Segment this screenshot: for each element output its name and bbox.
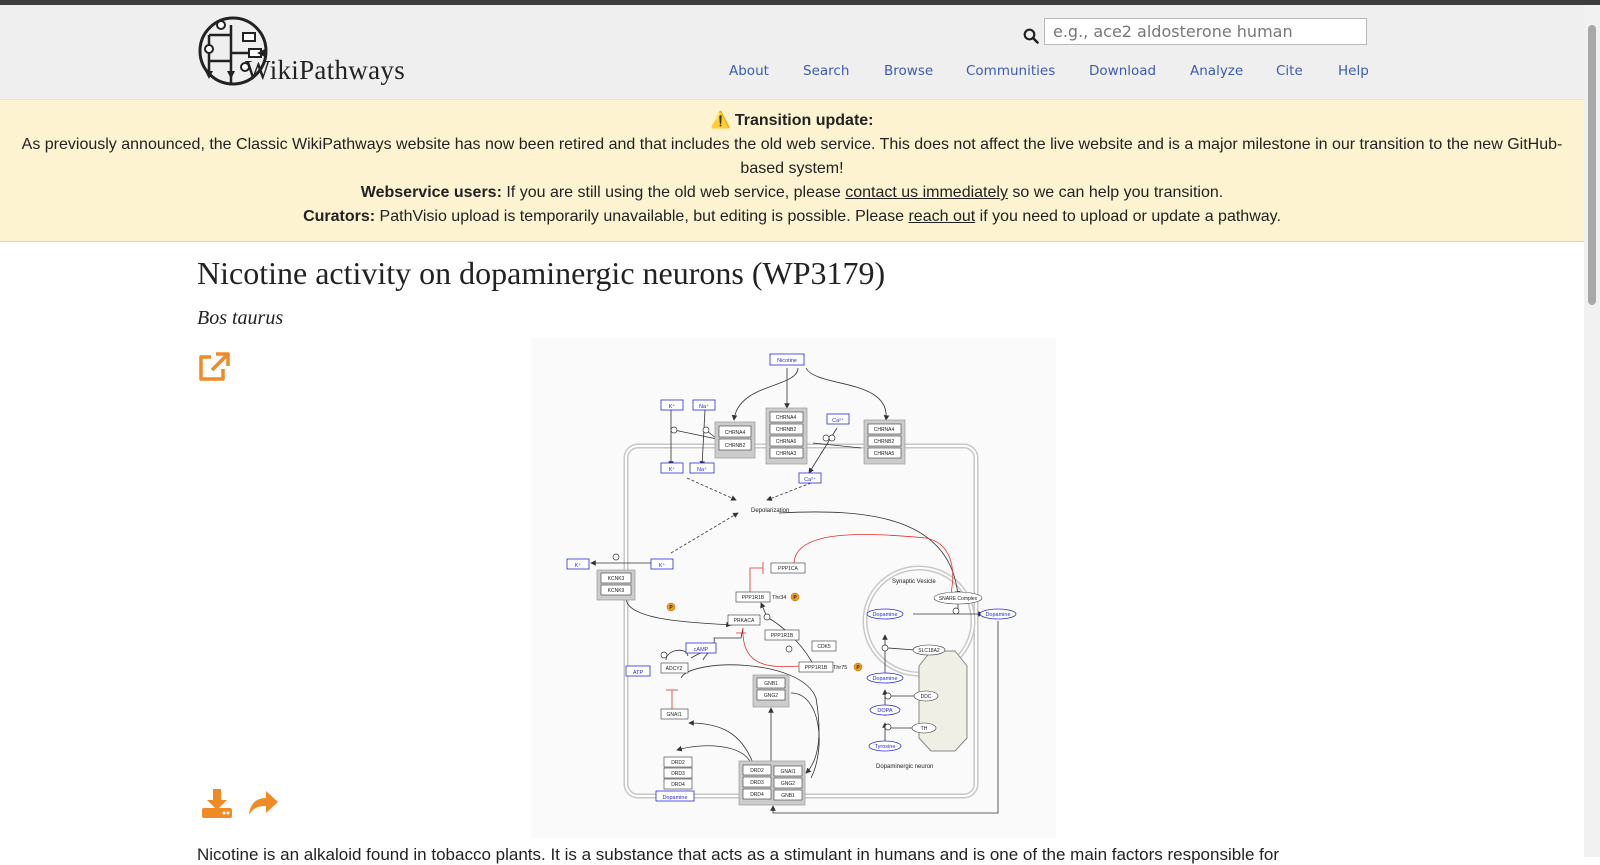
label-thr34: Thr34 xyxy=(772,595,786,601)
node-camp[interactable]: cAMP xyxy=(694,647,709,653)
curators-text: PathVisio upload is temporarily unavaila… xyxy=(379,208,905,225)
node-drd2-a[interactable]: DRD2 xyxy=(671,760,685,766)
node-ddc[interactable]: DDC xyxy=(921,694,932,700)
node-dopa[interactable]: DOPA xyxy=(877,708,893,714)
webservice-text: If you are still using the old web servi… xyxy=(506,184,841,201)
curators-label: Curators: xyxy=(303,208,376,225)
node-kcnk3[interactable]: KCNK3 xyxy=(608,576,625,582)
node-dopamine-extra[interactable]: Dopamine xyxy=(662,795,687,801)
pathway-svg: Synaptic Vesicle Nicotine K⁺ Na⁺ K⁺ Na⁺ … xyxy=(566,353,1017,814)
contact-link[interactable]: contact us immediately xyxy=(845,184,1008,201)
page-title: Nicotine activity on dopaminergic neuron… xyxy=(197,255,886,291)
node-atp[interactable]: ATP xyxy=(633,670,644,676)
node-gnai1-a[interactable]: GNAI1 xyxy=(666,712,681,718)
node-k-ion-in-2[interactable]: K⁺ xyxy=(659,562,666,569)
node-nicotine[interactable]: Nicotine xyxy=(777,358,797,364)
node-tyrosine[interactable]: Tyrosine xyxy=(875,744,896,750)
logo-text: WikiPathways xyxy=(245,55,405,85)
node-dopamine-vesicle[interactable]: Dopamine xyxy=(872,612,897,618)
webservice-text-end: so we can help you transition. xyxy=(1012,184,1224,201)
pathway-diagram[interactable]: Synaptic Vesicle Nicotine K⁺ Na⁺ K⁺ Na⁺ … xyxy=(531,338,1056,838)
node-drd3-a[interactable]: DRD3 xyxy=(671,771,685,777)
scrollbar-thumb[interactable] xyxy=(1588,25,1596,305)
node-dopamine-cyto[interactable]: Dopamine xyxy=(872,676,897,682)
nav-download[interactable]: Download xyxy=(1089,63,1156,79)
node-chrnb2-c[interactable]: CHRNB2 xyxy=(874,439,895,445)
node-cdk5[interactable]: CDK5 xyxy=(817,644,831,650)
node-chrna3[interactable]: CHRNA3 xyxy=(776,451,797,457)
node-th[interactable]: TH xyxy=(921,726,928,732)
curators-text-end: if you need to upload or update a pathwa… xyxy=(979,208,1281,225)
node-na-ion-in[interactable]: Na⁺ xyxy=(697,466,707,473)
node-adcy2[interactable]: ADCY2 xyxy=(666,666,683,672)
site-header: WikiPathways About Search Browse Communi… xyxy=(0,5,1584,100)
synaptic-vesicle-label: Synaptic Vesicle xyxy=(892,579,936,585)
page-scrollbar[interactable] xyxy=(1584,5,1600,857)
node-prkaca[interactable]: PRKACA xyxy=(734,618,755,624)
nav-search[interactable]: Search xyxy=(803,63,849,79)
node-chrna4-c[interactable]: CHRNA4 xyxy=(874,427,895,433)
organism-name: Bos taurus xyxy=(197,307,284,329)
node-gnb1-a[interactable]: GNB1 xyxy=(764,681,778,687)
pathway-description: Nicotine is an alkaloid found in tobacco… xyxy=(197,845,1279,864)
node-drd4-b[interactable]: DRD4 xyxy=(750,792,764,798)
node-chrnb2-a[interactable]: CHRNB2 xyxy=(725,443,746,449)
node-ca-ion-out[interactable]: Ca²⁺ xyxy=(832,417,844,424)
nav-browse[interactable]: Browse xyxy=(884,63,933,79)
nav-about[interactable]: About xyxy=(729,63,769,79)
label-dopaminergic-neuron: Dopaminergic neuron xyxy=(876,764,933,770)
label-thr75: Thr75 xyxy=(833,665,847,671)
node-chrna6[interactable]: CHRNA6 xyxy=(776,439,797,445)
node-ppp1r1b[interactable]: PPP1R1B xyxy=(771,633,794,639)
node-drd3-b[interactable]: DRD3 xyxy=(750,780,764,786)
node-k-ion-in[interactable]: K⁺ xyxy=(669,466,676,473)
search-icon xyxy=(1023,28,1039,44)
node-snare[interactable]: SNARE Complex xyxy=(939,596,978,602)
share-icon[interactable] xyxy=(246,787,280,819)
search-input[interactable] xyxy=(1044,18,1367,45)
node-chrna4-b[interactable]: CHRNA4 xyxy=(776,415,797,421)
node-ppp1r1b-thr75[interactable]: PPP1R1B xyxy=(805,665,828,671)
node-ppp1ca[interactable]: PPP1CA xyxy=(778,566,798,572)
node-dopamine-released[interactable]: Dopamine xyxy=(985,612,1010,618)
node-ca-ion-in[interactable]: Ca²⁺ xyxy=(804,476,816,483)
nav-cite[interactable]: Cite xyxy=(1276,63,1303,79)
node-kcnk9[interactable]: KCNK9 xyxy=(608,588,625,594)
node-drd4-a[interactable]: DRD4 xyxy=(671,782,685,788)
node-k-ion-out-2[interactable]: K⁺ xyxy=(575,562,582,569)
download-icon[interactable] xyxy=(200,787,234,819)
banner-title: ⚠️ Transition update: xyxy=(710,112,874,129)
transition-banner: ⚠️ Transition update: As previously anno… xyxy=(0,100,1584,242)
nav-communities[interactable]: Communities xyxy=(966,63,1055,79)
node-na-ion-out[interactable]: Na⁺ xyxy=(699,403,709,410)
node-gng2-a[interactable]: GNG2 xyxy=(764,693,778,699)
node-chrna5[interactable]: CHRNA5 xyxy=(874,451,895,457)
node-ppp1r1b-thr34[interactable]: PPP1R1B xyxy=(742,595,765,601)
node-slc18a2[interactable]: SLC18A2 xyxy=(918,648,940,654)
reach-out-link[interactable]: reach out xyxy=(908,208,975,225)
webservice-label: Webservice users: xyxy=(360,184,502,201)
node-gnb1-b[interactable]: GNB1 xyxy=(781,793,795,799)
banner-announcement: As previously announced, the Classic Wik… xyxy=(21,136,1563,177)
node-depolarization[interactable]: Depolarization xyxy=(751,508,789,514)
site-logo[interactable]: WikiPathways xyxy=(197,13,457,93)
node-gng2-b[interactable]: GNG2 xyxy=(781,781,795,787)
banner-curators-line: Curators: PathVisio upload is temporaril… xyxy=(0,205,1584,229)
external-link-icon[interactable] xyxy=(197,351,231,383)
nav-analyze[interactable]: Analyze xyxy=(1190,63,1243,79)
node-drd2-b[interactable]: DRD2 xyxy=(750,768,764,774)
node-chrnb2-b[interactable]: CHRNB2 xyxy=(776,427,797,433)
node-gnai1-b[interactable]: GNAI1 xyxy=(780,769,795,775)
nav-help[interactable]: Help xyxy=(1338,63,1369,79)
banner-webservice-line: Webservice users: If you are still using… xyxy=(0,181,1584,205)
node-k-ion-out[interactable]: K⁺ xyxy=(669,403,676,410)
node-chrna4-a[interactable]: CHRNA4 xyxy=(725,430,746,436)
